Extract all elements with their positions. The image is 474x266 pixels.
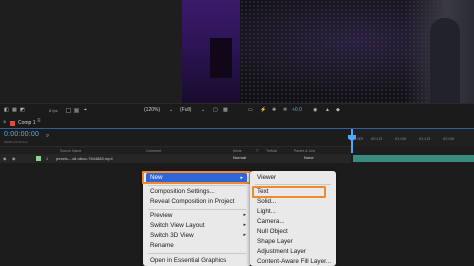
blend-mode-dropdown[interactable]: Normal (233, 155, 246, 160)
submenu-arrow-icon: ▸ (243, 222, 246, 228)
mask-icon[interactable]: ◩ (20, 107, 25, 113)
column-parent-link[interactable]: Parent & Link (294, 149, 315, 153)
snapshot-icon[interactable]: ◉ (313, 107, 317, 113)
submenu-item-null-object[interactable]: Null Object (257, 228, 288, 235)
fast-preview-icon[interactable]: ⚡ (260, 107, 266, 113)
menu-item-label: Switch 3D View (150, 232, 194, 239)
column-trkmat[interactable]: TrkMat (266, 149, 277, 153)
ruler-tick: 01:12f (419, 136, 431, 141)
viewer-toolbar: ◧ ▦ ◩ 8 fps ⌖ (120%) ⌄ (Full) ⌄ ▢ ▩ ▭ ⚡ … (0, 103, 474, 117)
submenu-item-camera[interactable]: Camera... (257, 218, 285, 225)
region-of-interest-icon[interactable]: ▢ (213, 107, 218, 113)
panel-menu-icon[interactable]: ≡ (37, 118, 41, 124)
parent-dropdown[interactable]: None (304, 155, 314, 160)
current-time-display[interactable]: 0:00:00:00 (4, 131, 39, 138)
menu-item-switch-view-layout[interactable]: Switch View Layout ▸ (150, 222, 250, 229)
callout-highlight-text (252, 186, 326, 198)
layer-number: 1 (46, 156, 49, 161)
ruler-tick: 00:12f (371, 136, 383, 141)
callout-highlight-new (142, 171, 251, 184)
layer-column-header: Source Name Comment Mode T TrkMat Parent… (0, 146, 351, 154)
exposure-value[interactable]: +0.0 (292, 107, 302, 113)
table-row[interactable]: ◉ ◉ 1 pexels-...all-nikov-7644882.mp4 No… (0, 154, 351, 163)
layer-color-label[interactable] (36, 156, 41, 161)
playhead[interactable] (351, 129, 353, 153)
submenu-item-viewer[interactable]: Viewer (257, 174, 276, 181)
frame-count-text: 00000 (24.00 fps) (4, 140, 28, 144)
menu-item-open-essential-graphics[interactable]: Open in Essential Graphics (150, 257, 226, 264)
zoom-dropdown[interactable]: (120%) (144, 107, 160, 113)
menu-divider (255, 184, 331, 185)
menu-divider (148, 253, 246, 254)
resolution-dropdown[interactable]: (Full) (180, 107, 191, 113)
tab-comp-1[interactable]: Comp 1 (18, 120, 36, 126)
always-preview-icon[interactable]: ◧ (4, 107, 9, 113)
viewer-image-shadow (210, 38, 232, 78)
timeline-tab-strip: × Comp 1 ≡ (0, 117, 474, 129)
frame-rate-text: 8 fps (49, 108, 58, 113)
viewer-image-figure-shape (430, 18, 460, 103)
submenu-item-shape-layer[interactable]: Shape Layer (257, 238, 293, 245)
submenu-item-light[interactable]: Light... (257, 208, 276, 215)
column-t[interactable]: T (256, 149, 258, 153)
layer-name[interactable]: pexels-...all-nikov-7644882.mp4 (56, 156, 113, 161)
column-source-name[interactable]: Source Name (60, 149, 81, 153)
column-comment[interactable]: Comment (146, 149, 161, 153)
menu-item-switch-3d-view[interactable]: Switch 3D View ▸ (150, 232, 250, 239)
submenu-arrow-icon: ▸ (243, 232, 246, 238)
submenu-item-solid[interactable]: Solid... (257, 198, 276, 205)
menu-item-composition-settings[interactable]: Composition Settings... (150, 188, 215, 195)
ruler-tick: 01:00f (395, 136, 407, 141)
close-icon[interactable]: × (3, 120, 7, 126)
chevron-down-icon: ⌄ (169, 107, 174, 113)
reset-exposure-icon[interactable]: ✲ (283, 107, 287, 113)
menu-item-preview[interactable]: Preview ▸ (150, 212, 250, 219)
menu-item-label: Preview (150, 212, 173, 219)
transparency-grid-icon[interactable]: ▩ (223, 107, 228, 113)
camera-icon[interactable]: ⌖ (84, 107, 87, 113)
show-snapshot-icon[interactable]: ▲ (325, 107, 330, 113)
menu-item-rename[interactable]: Rename (150, 242, 174, 249)
menu-item-reveal-composition[interactable]: Reveal Composition in Project (150, 198, 234, 205)
composition-viewer[interactable] (0, 0, 474, 103)
grid-icon[interactable]: ▦ (12, 107, 17, 113)
submenu-item-adjustment-layer[interactable]: Adjustment Layer (257, 248, 306, 255)
color-swatch-gray[interactable] (74, 108, 79, 113)
column-mode[interactable]: Mode (233, 149, 242, 153)
search-icon[interactable]: ⌕ (46, 133, 49, 140)
time-ruler[interactable]: 0:00f 00:12f 01:00f 01:12f 02:00f (351, 129, 474, 146)
channel-icon[interactable]: ✚ (272, 107, 276, 113)
menu-divider (148, 209, 246, 210)
layer-duration-bar[interactable] (353, 155, 474, 162)
menu-item-label: Switch View Layout (150, 222, 205, 229)
color-swatch-black[interactable] (66, 108, 71, 113)
chevron-down-icon: ⌄ (201, 107, 206, 113)
submenu-item-content-aware-fill[interactable]: Content-Aware Fill Layer... (257, 258, 331, 265)
viewer-canvas[interactable] (182, 0, 474, 103)
view-layout-icon[interactable]: ▭ (248, 107, 253, 113)
audio-icon[interactable]: ◉ (12, 156, 16, 161)
menu-divider (148, 185, 246, 186)
submenu-arrow-icon: ▸ (243, 212, 246, 218)
ruler-tick: 02:00f (443, 136, 455, 141)
comp-color-label (10, 121, 15, 126)
color-swatch-icon[interactable]: ◆ (336, 107, 340, 113)
context-menu: New ▸ Composition Settings... Reveal Com… (143, 171, 251, 266)
eye-icon[interactable]: ◉ (3, 156, 7, 161)
